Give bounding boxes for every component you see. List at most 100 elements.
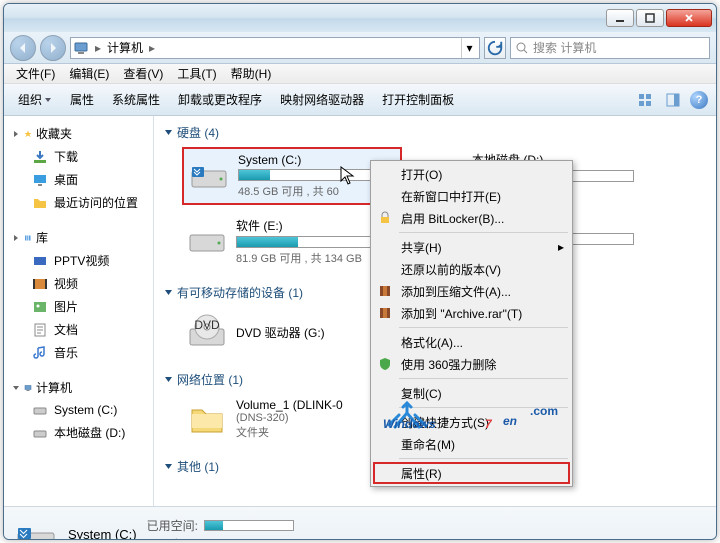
ctx-share[interactable]: 共享(H)▸ — [373, 236, 570, 258]
minimize-button[interactable] — [606, 9, 634, 27]
ctx-restore[interactable]: 还原以前的版本(V) — [373, 258, 570, 280]
preview-button[interactable] — [662, 89, 684, 111]
search-placeholder: 搜索 计算机 — [533, 39, 596, 56]
computer-icon — [73, 40, 89, 56]
forward-button[interactable] — [40, 35, 66, 61]
net-name: Volume_1 (DLINK-0 — [236, 398, 343, 412]
ctx-open-new[interactable]: 在新窗口中打开(E) — [373, 185, 570, 207]
menu-edit[interactable]: 编辑(E) — [63, 63, 115, 84]
computer-icon — [24, 384, 32, 392]
network-folder[interactable]: Volume_1 (DLINK-0 (DNS-320) 文件夹 — [182, 394, 347, 444]
doc-icon — [32, 322, 48, 338]
status-free: 48.5 GB — [204, 537, 248, 540]
sidebar-item-music[interactable]: 音乐 — [4, 341, 153, 364]
svg-text:DVD: DVD — [194, 318, 220, 332]
address-dropdown[interactable]: ▾ — [461, 38, 477, 58]
ctx-open[interactable]: 打开(O) — [373, 163, 570, 185]
film-icon — [32, 276, 48, 292]
drive-icon — [14, 513, 58, 541]
drive-icon — [186, 217, 228, 259]
sidebar-item-d[interactable]: 本地磁盘 (D:) — [4, 421, 153, 444]
sidebar-item-pptv[interactable]: PPTV视频 — [4, 249, 153, 272]
sidebar-item-videos[interactable]: 视频 — [4, 272, 153, 295]
drive-icon — [188, 153, 230, 195]
bitlocker-icon — [377, 210, 393, 226]
tool-uninstall[interactable]: 卸载或更改程序 — [172, 87, 268, 112]
dvd-icon: DVD — [186, 311, 228, 353]
tool-properties[interactable]: 属性 — [64, 87, 100, 112]
dvd-name: DVD 驱动器 (G:) — [236, 324, 325, 341]
drive-icon — [32, 402, 48, 418]
status-name: System (C:) — [68, 527, 137, 540]
cursor-icon — [340, 166, 356, 186]
drive-e[interactable]: 软件 (E:) 81.9 GB 可用 , 共 134 GB — [182, 213, 402, 270]
view-button[interactable] — [634, 89, 656, 111]
sidebar-item-documents[interactable]: 文档 — [4, 318, 153, 341]
archive-icon — [377, 283, 393, 299]
ctx-rename[interactable]: 重命名(M) — [373, 433, 570, 455]
status-free-label: 可用空间: — [147, 536, 198, 541]
tool-controlpanel[interactable]: 打开控制面板 — [376, 87, 460, 112]
sidebar-item-desktop[interactable]: 桌面 — [4, 168, 153, 191]
net-line3: 文件夹 — [236, 424, 343, 440]
crumb-sep: ▸ — [147, 41, 157, 55]
context-menu: 打开(O) 在新窗口中打开(E) 启用 BitLocker(B)... 共享(H… — [370, 160, 573, 487]
ctx-add-rar[interactable]: 添加到 "Archive.rar"(T) — [373, 302, 570, 324]
recent-icon — [32, 195, 48, 211]
ctx-format[interactable]: 格式化(A)... — [373, 331, 570, 353]
tool-mapdrive[interactable]: 映射网络驱动器 — [274, 87, 370, 112]
menu-help[interactable]: 帮助(H) — [225, 63, 278, 84]
sidebar-libraries[interactable]: 库 — [4, 226, 153, 249]
sidebar: 收藏夹 下载 桌面 最近访问的位置 库 PPTV视频 视频 图片 文档 音乐 计… — [4, 116, 154, 506]
ctx-properties[interactable]: 属性(R) — [373, 462, 570, 484]
sidebar-item-downloads[interactable]: 下载 — [4, 145, 153, 168]
menu-bar: 文件(F) 编辑(E) 查看(V) 工具(T) 帮助(H) — [4, 64, 716, 84]
ctx-copy[interactable]: 复制(C) — [373, 382, 570, 404]
crumb-sep: ▸ — [93, 41, 103, 55]
dvd-drive[interactable]: DVD DVD 驱动器 (G:) — [182, 307, 329, 357]
crumb-computer[interactable]: 计算机 — [103, 39, 147, 56]
sidebar-computer[interactable]: 计算机 — [4, 376, 153, 399]
sidebar-favorites[interactable]: 收藏夹 — [4, 122, 153, 145]
status-bar-chart — [204, 520, 294, 531]
sidebar-item-recent[interactable]: 最近访问的位置 — [4, 191, 153, 214]
drive-c[interactable]: System (C:) 48.5 GB 可用 , 共 60 — [182, 147, 402, 205]
status-used-label: 已用空间: — [147, 517, 198, 534]
library-icon — [24, 234, 32, 242]
drive-icon — [32, 425, 48, 441]
address-bar[interactable]: ▸ 计算机 ▸ ▾ — [70, 37, 480, 59]
back-button[interactable] — [10, 35, 36, 61]
tool-organize[interactable]: 组织 — [12, 87, 58, 112]
ctx-add-archive[interactable]: 添加到压缩文件(A)... — [373, 280, 570, 302]
shield-icon — [377, 356, 393, 372]
titlebar — [4, 4, 716, 32]
menu-tools[interactable]: 工具(T) — [171, 63, 222, 84]
tool-sysprops[interactable]: 系统属性 — [106, 87, 166, 112]
download-icon — [32, 149, 48, 165]
status-bar: System (C:) 已用空间: 可用空间: 48.5 GB — [4, 506, 716, 540]
refresh-button[interactable] — [484, 37, 506, 59]
video-icon — [32, 253, 48, 269]
menu-file[interactable]: 文件(F) — [10, 63, 61, 84]
help-button[interactable]: ? — [690, 91, 708, 109]
ctx-use-third[interactable]: 使用 360强力删除 — [373, 353, 570, 375]
nav-bar: ▸ 计算机 ▸ ▾ 搜索 计算机 — [4, 32, 716, 64]
music-icon — [32, 345, 48, 361]
ctx-bitlocker[interactable]: 启用 BitLocker(B)... — [373, 207, 570, 229]
folder-icon — [186, 398, 228, 440]
star-icon — [24, 130, 32, 138]
ctx-shortcut[interactable]: 创建快捷方式(S) — [373, 411, 570, 433]
picture-icon — [32, 299, 48, 315]
net-line2: (DNS-320) — [236, 412, 343, 424]
sidebar-item-pictures[interactable]: 图片 — [4, 295, 153, 318]
menu-view[interactable]: 查看(V) — [117, 63, 169, 84]
archive-icon — [377, 305, 393, 321]
sidebar-item-c[interactable]: System (C:) — [4, 399, 153, 421]
search-input[interactable]: 搜索 计算机 — [510, 37, 710, 59]
desktop-icon — [32, 172, 48, 188]
toolbar: 组织 属性 系统属性 卸载或更改程序 映射网络驱动器 打开控制面板 ? — [4, 84, 716, 116]
close-button[interactable] — [666, 9, 712, 27]
maximize-button[interactable] — [636, 9, 664, 27]
section-hdd[interactable]: 硬盘 (4) — [164, 122, 706, 143]
search-icon — [515, 41, 529, 55]
